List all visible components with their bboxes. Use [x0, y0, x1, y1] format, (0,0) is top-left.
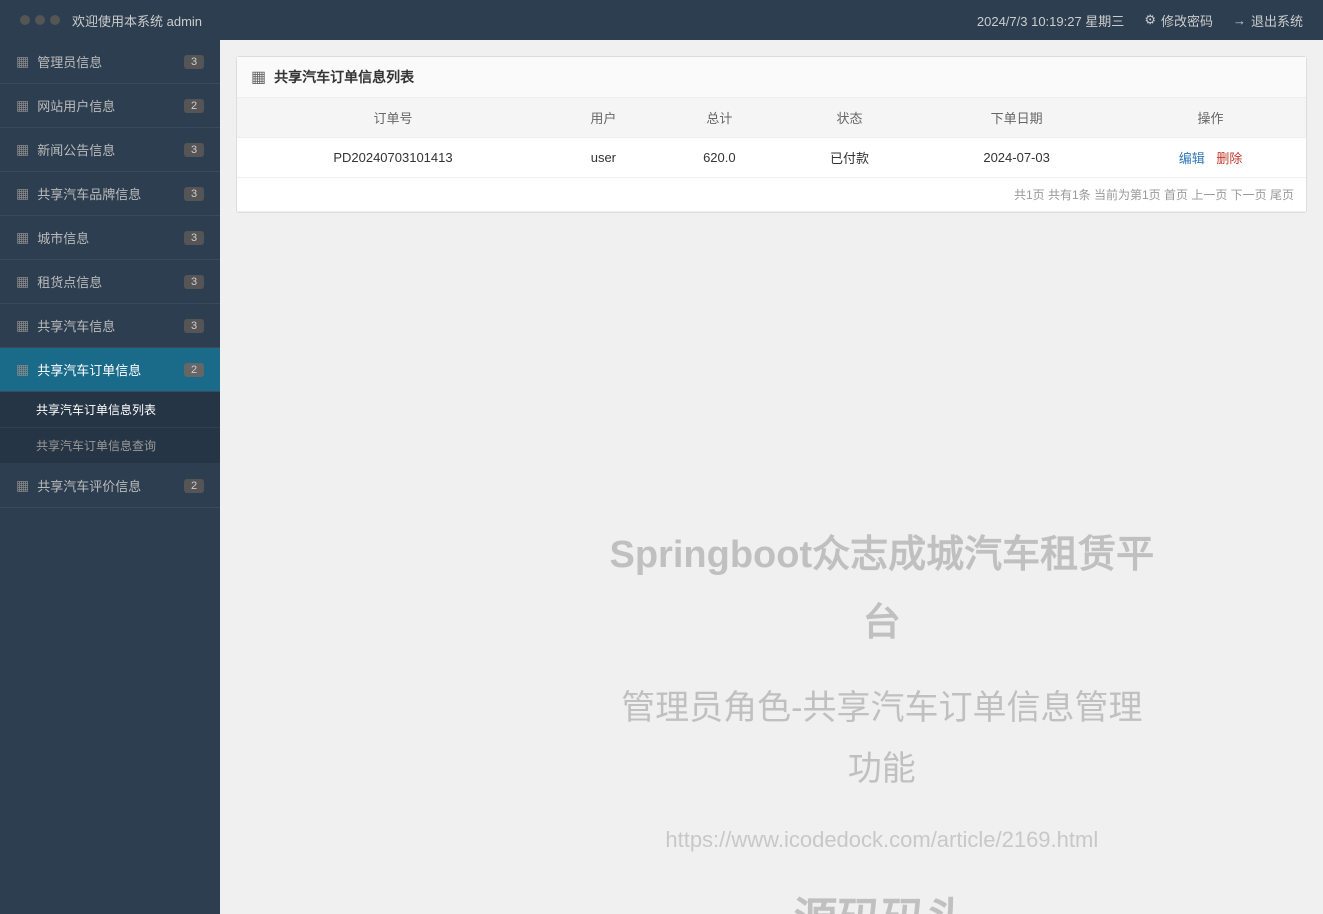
grid-icon6: ▦	[16, 273, 29, 290]
table-header-row: 订单号 用户 总计 状态 下单日期 操作	[237, 98, 1306, 138]
sidebar-item-news[interactable]: ▦ 新闻公告信息 3	[0, 128, 220, 172]
order-table-card: ▦ 共享汽车订单信息列表 订单号 用户 总计 状态 下单日期 操作	[236, 56, 1307, 213]
submenu-item-order-query[interactable]: 共享汽车订单信息查询	[0, 428, 220, 464]
sidebar-item-admin-info[interactable]: ▦ 管理员信息 3	[0, 40, 220, 84]
header-right: 2024/7/3 10:19:27 星期三 ⚙ 修改密码 → 退出系统	[977, 11, 1303, 30]
change-password-button[interactable]: ⚙ 修改密码	[1144, 11, 1213, 30]
watermark: Springboot众志成城汽车租赁平台 管理员角色-共享汽车订单信息管理功能 …	[606, 521, 1158, 914]
cell-order-no: PD20240703101413	[237, 138, 549, 178]
sidebar-item-car-info[interactable]: ▦ 共享汽车信息 3	[0, 304, 220, 348]
header-left: 欢迎使用本系统 admin	[20, 11, 202, 30]
watermark-line2: 管理员角色-共享汽车订单信息管理功能	[606, 678, 1158, 800]
dot1	[20, 15, 30, 25]
grid-icon5: ▦	[16, 229, 29, 246]
logout-button[interactable]: → 退出系统	[1233, 11, 1303, 30]
grid-icon: ▦	[16, 53, 29, 70]
table-card-header: ▦ 共享汽车订单信息列表	[237, 57, 1306, 98]
dot2	[35, 15, 45, 25]
layout: ▦ 管理员信息 3 ▦ 网站用户信息 2 ▦ 新闻公告信息 3 ▦ 共享汽车品牌…	[0, 40, 1323, 914]
col-order-no: 订单号	[237, 98, 549, 138]
grid-icon2: ▦	[16, 97, 29, 114]
table-icon: ▦	[251, 67, 266, 87]
main-content: ▦ 共享汽车订单信息列表 订单号 用户 总计 状态 下单日期 操作	[220, 40, 1323, 914]
cell-total: 620.0	[658, 138, 781, 178]
sidebar-item-city[interactable]: ▦ 城市信息 3	[0, 216, 220, 260]
edit-button[interactable]: 编辑	[1179, 151, 1205, 166]
sidebar-item-car-brand[interactable]: ▦ 共享汽车品牌信息 3	[0, 172, 220, 216]
watermark-line3: https://www.icodedock.com/article/2169.h…	[606, 820, 1158, 860]
pagination-row: 共1页 共有1条 当前为第1页 首页 上一页 下一页 尾页	[237, 178, 1306, 212]
sidebar: ▦ 管理员信息 3 ▦ 网站用户信息 2 ▦ 新闻公告信息 3 ▦ 共享汽车品牌…	[0, 40, 220, 914]
header: 欢迎使用本系统 admin 2024/7/3 10:19:27 星期三 ⚙ 修改…	[0, 0, 1323, 40]
col-date: 下单日期	[918, 98, 1115, 138]
col-action: 操作	[1115, 98, 1306, 138]
table-row: PD20240703101413 user 620.0 已付款 2024-07-…	[237, 138, 1306, 178]
grid-icon3: ▦	[16, 141, 29, 158]
watermark-line1: Springboot众志成城汽车租赁平台	[606, 521, 1158, 658]
grid-icon7: ▦	[16, 317, 29, 334]
order-submenu: 共享汽车订单信息列表 共享汽车订单信息查询	[0, 392, 220, 464]
sidebar-item-rental-point[interactable]: ▦ 租货点信息 3	[0, 260, 220, 304]
cell-actions: 编辑 删除	[1115, 138, 1306, 178]
gear-icon: ⚙	[1144, 12, 1156, 28]
window-controls	[20, 15, 60, 25]
submenu-item-order-list[interactable]: 共享汽车订单信息列表	[0, 392, 220, 428]
sidebar-item-car-review[interactable]: ▦ 共享汽车评价信息 2	[0, 464, 220, 508]
cell-user: user	[549, 138, 658, 178]
dot3	[50, 15, 60, 25]
col-status: 状态	[781, 98, 918, 138]
order-table: 订单号 用户 总计 状态 下单日期 操作 PD20240703101413 us…	[237, 98, 1306, 212]
grid-icon4: ▦	[16, 185, 29, 202]
grid-icon9: ▦	[16, 477, 29, 494]
cell-date: 2024-07-03	[918, 138, 1115, 178]
pagination-text: 共1页 共有1条 当前为第1页 首页 上一页 下一页 尾页	[237, 178, 1306, 212]
sidebar-item-website-users[interactable]: ▦ 网站用户信息 2	[0, 84, 220, 128]
col-user: 用户	[549, 98, 658, 138]
table-title: 共享汽车订单信息列表	[274, 67, 414, 87]
grid-icon8: ▦	[16, 361, 29, 378]
delete-button[interactable]: 删除	[1216, 151, 1242, 166]
col-total: 总计	[658, 98, 781, 138]
cell-status: 已付款	[781, 138, 918, 178]
welcome-text: 欢迎使用本系统 admin	[72, 11, 202, 30]
logout-icon: →	[1233, 13, 1246, 28]
datetime: 2024/7/3 10:19:27 星期三	[977, 11, 1124, 30]
sidebar-item-car-order[interactable]: ▦ 共享汽车订单信息 2	[0, 348, 220, 392]
watermark-line4: 源码码头	[606, 880, 1158, 914]
